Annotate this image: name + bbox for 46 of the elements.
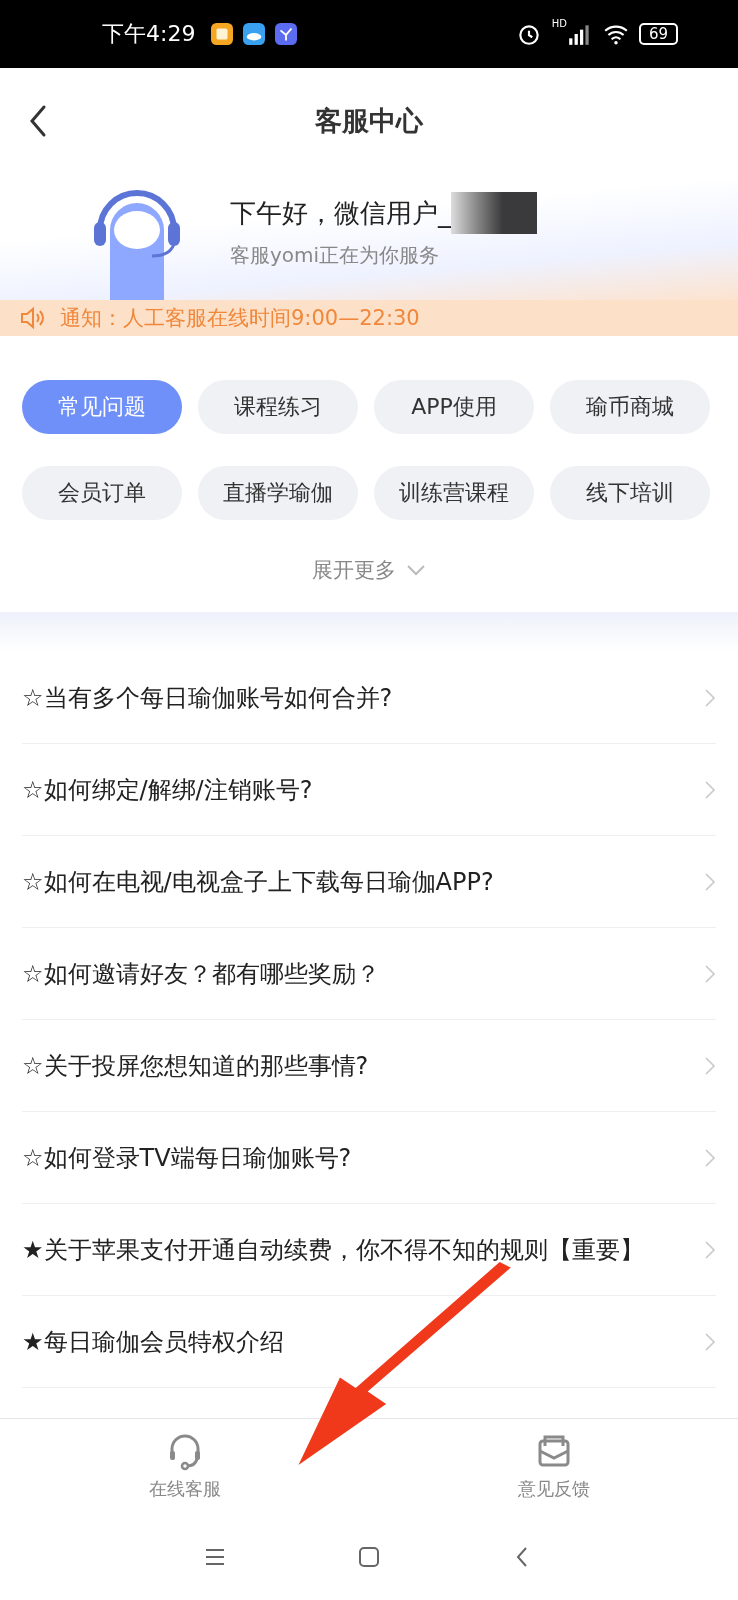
cloud-app-icon (243, 23, 266, 45)
chevron-right-icon (704, 1239, 716, 1260)
notice-text: 通知：人工客服在线时间9:00—22:30 (60, 305, 420, 332)
page-title: 客服中心 (315, 104, 423, 138)
question-text: ☆如何邀请好友？都有哪些奖励？ (22, 958, 381, 990)
chevron-right-icon (704, 963, 716, 984)
category-tab[interactable]: APP使用 (374, 380, 534, 434)
question-text: ☆如何在电视/电视盒子上下载每日瑜伽APP? (22, 866, 495, 898)
chevron-down-icon (406, 564, 426, 576)
question-text: ☆当有多个每日瑜伽账号如何合并? (22, 682, 394, 714)
plane-app-icon (275, 23, 298, 45)
question-text: ☆关于投屏您想知道的那些事情? (22, 1050, 370, 1082)
chevron-right-icon (704, 1147, 716, 1168)
question-text: ☆如何绑定/解绑/注销账号? (22, 774, 314, 806)
question-item[interactable]: ☆当有多个每日瑜伽账号如何合并? (22, 652, 716, 744)
notes-app-icon (211, 23, 234, 45)
chevron-right-icon (704, 871, 716, 892)
status-time: 下午4:29 (102, 20, 196, 48)
chevron-right-icon (704, 1055, 716, 1076)
question-text: ☆如何登录TV端每日瑜伽账号? (22, 1142, 353, 1174)
chevron-right-icon (704, 687, 716, 708)
question-item[interactable]: ☆如何绑定/解绑/注销账号? (22, 744, 716, 836)
bottom-tab[interactable]: 意见反馈 (369, 1419, 738, 1513)
question-text: ★每日瑜伽会员特权介绍 (22, 1326, 285, 1358)
expand-more-link[interactable]: 展开更多 (312, 556, 396, 584)
category-tab[interactable]: 训练营课程 (374, 466, 534, 520)
speaker-icon (18, 306, 46, 330)
home-icon[interactable] (357, 1544, 381, 1569)
chevron-right-icon (704, 1331, 716, 1352)
question-text: ★关于苹果支付开通自动续费，你不得不知的规则【重要】 (22, 1234, 645, 1266)
battery-indicator: 69 (638, 23, 678, 45)
question-item[interactable]: ☆如何在电视/电视盒子上下载每日瑜伽APP? (22, 836, 716, 928)
category-tab[interactable]: 线下培训 (550, 466, 710, 520)
back-icon[interactable] (28, 104, 48, 138)
question-item[interactable]: ☆如何邀请好友？都有哪些奖励？ (22, 928, 716, 1020)
service-subtitle: 客服yomi正在为你服务 (230, 242, 441, 269)
category-tab[interactable]: 课程练习 (198, 380, 358, 434)
category-tab[interactable]: 会员订单 (22, 466, 182, 520)
category-tab[interactable]: 直播学瑜伽 (198, 466, 358, 520)
bottom-tab[interactable]: 在线客服 (0, 1419, 369, 1513)
network-label: HD (551, 18, 567, 29)
chevron-right-icon (704, 779, 716, 800)
category-tab[interactable]: 瑜币商城 (550, 380, 710, 434)
greeting-text: 下午好，微信用户_ (230, 196, 451, 230)
question-item[interactable]: ☆关于投屏您想知道的那些事情? (22, 1020, 716, 1112)
question-item[interactable]: ☆如何登录TV端每日瑜伽账号? (22, 1112, 716, 1204)
